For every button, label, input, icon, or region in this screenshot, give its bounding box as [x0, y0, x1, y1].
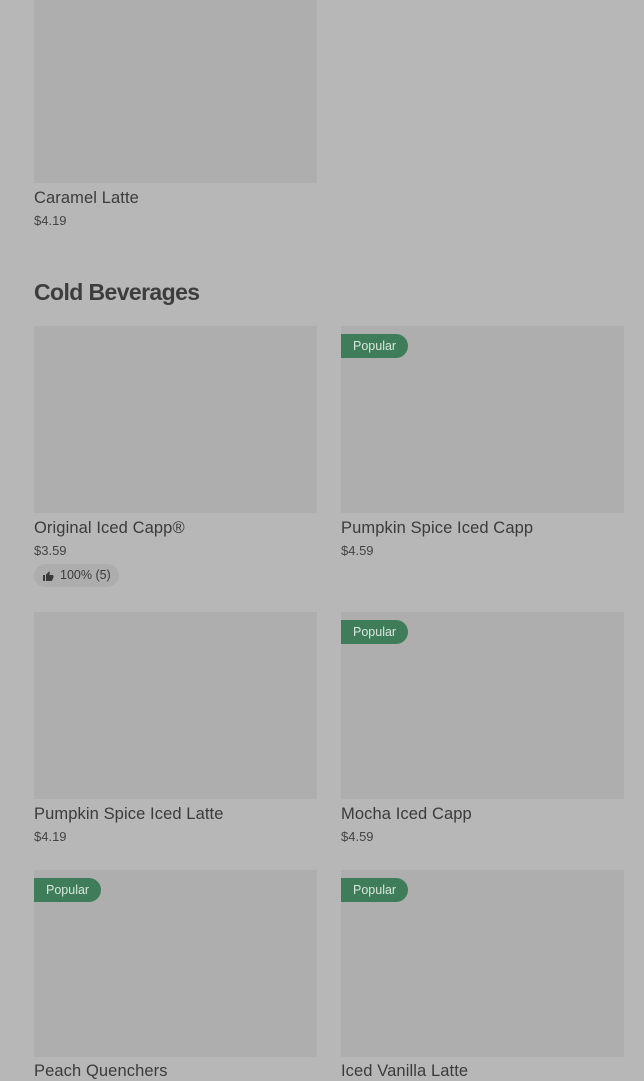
section-title-cold-beverages: Cold Beverages [34, 279, 200, 305]
popular-badge: Popular [341, 334, 409, 358]
rating-badge: 100% (5) [34, 564, 119, 587]
product-price: $4.19 [34, 213, 67, 228]
product-name: Pumpkin Spice Iced Latte [34, 805, 224, 823]
product-name: Iced Vanilla Latte [341, 1062, 469, 1080]
product-image[interactable]: Popular [341, 612, 624, 799]
popular-badge: Popular [34, 878, 102, 902]
product-image[interactable] [34, 612, 317, 799]
product-card-mocha-iced-capp[interactable]: Popular Mocha Iced Capp $4.59 [341, 612, 624, 844]
product-card-pumpkin-spice-iced-latte[interactable]: Pumpkin Spice Iced Latte $4.19 [34, 612, 317, 844]
product-price: $4.59 [341, 543, 374, 558]
product-image[interactable]: Popular [34, 870, 317, 1057]
product-name: Peach Quenchers [34, 1062, 168, 1080]
product-card-peach-quenchers[interactable]: Popular Peach Quenchers [34, 870, 317, 1080]
product-image[interactable]: Popular [341, 870, 624, 1057]
product-card-pumpkin-spice-iced-capp[interactable]: Popular Pumpkin Spice Iced Capp $4.59 [341, 326, 624, 558]
product-name: Pumpkin Spice Iced Capp [341, 519, 534, 537]
popular-badge: Popular [341, 878, 409, 902]
product-image[interactable] [34, 0, 317, 183]
product-name: Mocha Iced Capp [341, 805, 472, 823]
product-price: $4.19 [34, 829, 67, 844]
product-card-original-iced-capp[interactable]: Original Iced Capp® $3.59 100% (5) [34, 326, 317, 587]
rating-text: 100% (5) [60, 568, 111, 582]
product-image[interactable] [34, 326, 317, 513]
thumbs-up-icon [42, 570, 54, 582]
product-price: $3.59 [34, 543, 67, 558]
product-price: $4.59 [341, 829, 374, 844]
menu-page: Caramel Latte $4.19 Cold Beverages Origi… [0, 0, 644, 1081]
product-name: Original Iced Capp® [34, 519, 185, 537]
product-card-caramel-latte[interactable]: Caramel Latte $4.19 [34, 0, 317, 228]
popular-badge: Popular [341, 620, 409, 644]
product-card-iced-vanilla-latte[interactable]: Popular Iced Vanilla Latte [341, 870, 624, 1080]
product-image[interactable]: Popular [341, 326, 624, 513]
product-name: Caramel Latte [34, 189, 139, 207]
